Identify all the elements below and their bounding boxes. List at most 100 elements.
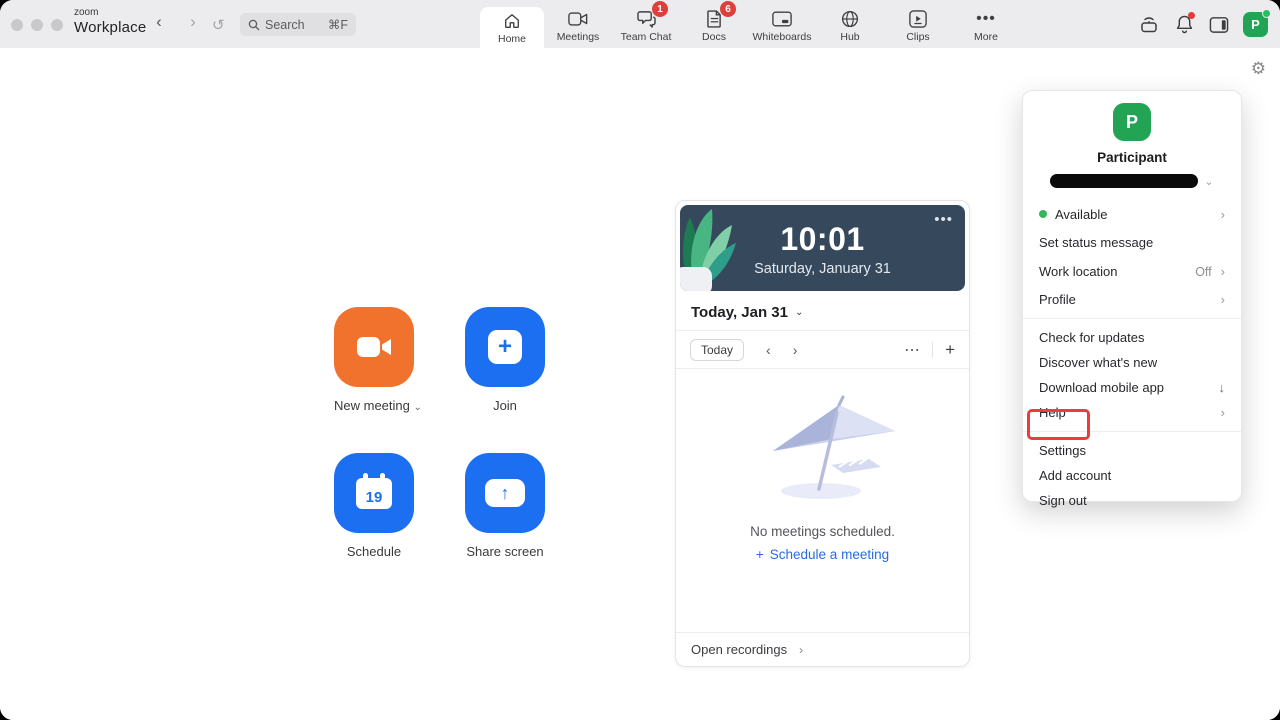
- meetings-icon: [568, 9, 588, 29]
- open-recordings-row[interactable]: Open recordings ›: [676, 632, 969, 666]
- notification-dot: [1188, 12, 1195, 19]
- menu-item-status[interactable]: Available ›: [1023, 200, 1241, 228]
- new-meeting-tile[interactable]: New meeting ⌄: [334, 307, 414, 413]
- docs-badge: 6: [720, 1, 736, 17]
- docs-icon: [707, 9, 722, 29]
- schedule-button[interactable]: 19: [334, 453, 414, 533]
- new-meeting-button[interactable]: [334, 307, 414, 387]
- menu-item-discover[interactable]: Discover what's new: [1023, 350, 1241, 375]
- tab-meetings-label: Meetings: [557, 31, 600, 43]
- calendar-toolbar: Today ‹ › ⋯ +: [676, 331, 969, 369]
- share-screen-tile[interactable]: ↑ Share screen: [465, 453, 545, 559]
- forward-button[interactable]: ›: [182, 12, 204, 32]
- day-header[interactable]: Today, Jan 31 ⌄: [676, 295, 969, 331]
- search-shortcut: ⌘F: [328, 17, 348, 32]
- today-button[interactable]: Today: [690, 339, 744, 361]
- schedule-tile[interactable]: 19 Schedule: [334, 453, 414, 559]
- profile-avatar-button[interactable]: P: [1243, 12, 1268, 37]
- calendar-panel-button[interactable]: [1208, 13, 1230, 35]
- menu-item-check-updates[interactable]: Check for updates: [1023, 325, 1241, 350]
- no-meetings-text: No meetings scheduled.: [750, 524, 895, 539]
- tab-meetings[interactable]: Meetings: [544, 0, 612, 48]
- app-logo: zoom Workplace: [74, 8, 146, 36]
- menu-item-add-account[interactable]: Add account: [1023, 463, 1241, 488]
- tab-more[interactable]: ••• More: [952, 0, 1020, 48]
- video-camera-icon: [356, 335, 392, 359]
- menu-item-sign-out[interactable]: Sign out: [1023, 488, 1241, 513]
- share-screen-label: Share screen: [465, 544, 545, 559]
- add-meeting-icon[interactable]: +: [945, 340, 955, 360]
- next-day-button[interactable]: ›: [793, 342, 798, 358]
- whiteboards-icon: [772, 9, 792, 29]
- menu-item-download-app[interactable]: Download mobile app ↓: [1023, 375, 1241, 400]
- menu-item-work-location[interactable]: Work location Off ›: [1023, 257, 1241, 286]
- zoom-logo-text: zoom: [74, 8, 146, 18]
- calendar-panel-icon: [1209, 15, 1229, 34]
- zoom-window-button[interactable]: [51, 19, 63, 31]
- tab-whiteboards[interactable]: Whiteboards: [748, 0, 816, 48]
- new-meeting-label: New meeting ⌄: [334, 398, 414, 413]
- hub-icon: [841, 9, 859, 29]
- search-icon: [248, 19, 260, 31]
- menu-divider: [1023, 431, 1241, 432]
- schedule-meeting-link[interactable]: + Schedule a meeting: [756, 547, 889, 562]
- help-chevron-icon: ›: [1221, 405, 1225, 420]
- join-label: Join: [465, 398, 545, 413]
- menu-item-help[interactable]: Help ›: [1023, 400, 1241, 425]
- menu-item-profile[interactable]: Profile ›: [1023, 286, 1241, 312]
- search-placeholder: Search: [265, 18, 305, 32]
- work-location-value: Off: [1195, 265, 1211, 279]
- day-header-chevron-icon: ⌄: [795, 307, 803, 318]
- plus-icon: +: [756, 547, 764, 562]
- pair-device-button[interactable]: [1138, 13, 1160, 35]
- user-email-row[interactable]: ⌄: [1023, 174, 1241, 188]
- download-icon: ↓: [1219, 380, 1226, 395]
- join-button[interactable]: +: [465, 307, 545, 387]
- search-input[interactable]: Search ⌘F: [240, 13, 356, 36]
- no-meetings-area: No meetings scheduled. + Schedule a meet…: [676, 369, 969, 634]
- menu-items: Available › Set status message Work loca…: [1023, 200, 1241, 513]
- minimize-window-button[interactable]: [31, 19, 43, 31]
- tab-whiteboards-label: Whiteboards: [753, 31, 812, 43]
- banner-more-icon[interactable]: •••: [934, 211, 953, 228]
- schedule-label: Schedule: [334, 544, 414, 559]
- home-content: ⚙ New meeting ⌄ + Join: [0, 48, 1280, 720]
- pair-device-icon: [1139, 14, 1159, 34]
- tab-team-chat[interactable]: 1 Team Chat: [612, 0, 680, 48]
- presence-dot: [1262, 9, 1271, 18]
- share-screen-button[interactable]: ↑: [465, 453, 545, 533]
- clock-banner: ••• 10:01 Saturday, January 31: [680, 205, 965, 291]
- tab-home-label: Home: [498, 33, 526, 45]
- tab-docs[interactable]: 6 Docs: [680, 0, 748, 48]
- history-icon[interactable]: ↺: [212, 16, 225, 34]
- home-settings-gear-icon[interactable]: ⚙: [1251, 59, 1266, 79]
- home-icon: [503, 11, 521, 31]
- calendar-icon: 19: [356, 478, 392, 509]
- tab-hub-label: Hub: [840, 31, 859, 43]
- email-chevron-icon[interactable]: ⌄: [1204, 175, 1213, 188]
- menu-item-settings[interactable]: Settings: [1023, 438, 1241, 463]
- back-button[interactable]: ‹: [148, 12, 170, 32]
- notifications-button[interactable]: [1173, 13, 1195, 35]
- team-chat-badge: 1: [652, 1, 668, 17]
- window-controls[interactable]: [11, 19, 63, 31]
- day-header-label: Today, Jan 31: [691, 304, 788, 321]
- tab-clips[interactable]: Clips: [884, 0, 952, 48]
- calendar-card: ••• 10:01 Saturday, January 31 Today, Ja…: [675, 200, 970, 667]
- new-meeting-chevron-icon[interactable]: ⌄: [414, 402, 422, 413]
- join-plus-icon: +: [488, 330, 522, 364]
- close-window-button[interactable]: [11, 19, 23, 31]
- clips-icon: [909, 9, 927, 29]
- join-tile[interactable]: + Join: [465, 307, 545, 413]
- calendar-more-icon[interactable]: ⋯: [904, 340, 920, 360]
- redacted-email: [1050, 174, 1198, 188]
- tab-hub[interactable]: Hub: [816, 0, 884, 48]
- workplace-logo-text: Workplace: [74, 19, 146, 36]
- menu-item-set-status-message[interactable]: Set status message: [1023, 228, 1241, 257]
- plant-illustration: [680, 205, 738, 291]
- work-location-chevron-icon: ›: [1221, 264, 1225, 279]
- prev-day-button[interactable]: ‹: [766, 342, 771, 358]
- available-status-dot: [1039, 210, 1047, 218]
- tab-home[interactable]: Home: [480, 7, 544, 48]
- avatar-initial: P: [1251, 17, 1260, 32]
